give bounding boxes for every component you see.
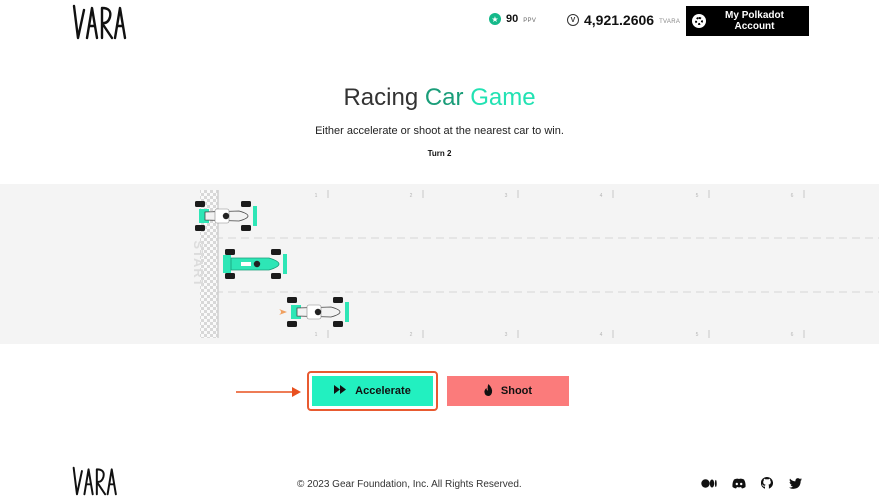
vara-logo[interactable] bbox=[72, 4, 130, 45]
star-icon: ★ bbox=[489, 13, 501, 25]
medium-icon[interactable] bbox=[701, 476, 717, 490]
marker-top-5: 5 bbox=[696, 193, 699, 199]
race-track-canvas: START 1 2 3 4 5 6 1 2 3 4 5 6 bbox=[100, 190, 879, 338]
title-word-racing: Racing bbox=[343, 84, 419, 111]
marker-top-1: 1 bbox=[315, 193, 318, 199]
race-car-3 bbox=[279, 297, 349, 327]
marker-top-3: 3 bbox=[505, 193, 508, 199]
accelerate-label: Accelerate bbox=[355, 385, 411, 397]
copyright-text: © 2023 Gear Foundation, Inc. All Rights … bbox=[297, 479, 522, 490]
ppv-unit: PPV bbox=[523, 17, 537, 24]
balance-indicator: V 4,921.2606 TVARA bbox=[567, 12, 680, 28]
flame-icon bbox=[484, 383, 493, 399]
twitter-icon[interactable] bbox=[787, 476, 803, 490]
account-button[interactable]: My Polkadot Account bbox=[686, 6, 809, 36]
page-title: Racing Car Game bbox=[0, 84, 879, 112]
marker-top-4: 4 bbox=[600, 193, 603, 199]
ppv-indicator: ★ 90 PPV bbox=[489, 13, 536, 25]
start-label: START bbox=[191, 240, 206, 287]
balance-value: 4,921.2606 bbox=[584, 12, 655, 28]
discord-icon[interactable] bbox=[731, 476, 747, 490]
game-subtitle: Either accelerate or shoot at the neares… bbox=[315, 125, 564, 137]
race-car-1 bbox=[195, 201, 257, 231]
shoot-label: Shoot bbox=[500, 385, 533, 397]
marker-bottom-3: 3 bbox=[505, 332, 508, 338]
marker-bottom-2: 2 bbox=[410, 332, 413, 338]
balance-unit: TVARA bbox=[659, 19, 681, 25]
race-track: START 1 2 3 4 5 6 1 2 3 4 5 6 bbox=[0, 184, 879, 344]
marker-bottom-4: 4 bbox=[600, 332, 603, 338]
marker-bottom-5: 5 bbox=[696, 332, 699, 338]
account-label: My Polkadot Account bbox=[725, 10, 784, 32]
marker-top-2: 2 bbox=[410, 193, 413, 199]
pointer-arrow bbox=[236, 385, 302, 403]
marker-bottom-1: 1 bbox=[315, 332, 318, 338]
marker-top-6: 6 bbox=[791, 193, 794, 199]
accelerate-button[interactable]: Accelerate bbox=[312, 376, 433, 406]
title-word-car: Car bbox=[424, 84, 464, 111]
polkadot-icon bbox=[692, 14, 706, 28]
fast-forward-icon bbox=[334, 385, 347, 397]
title-word-game: Game bbox=[470, 84, 536, 111]
marker-bottom-6: 6 bbox=[791, 332, 794, 338]
ppv-value: 90 bbox=[506, 13, 519, 25]
speed-trail bbox=[100, 209, 196, 223]
turn-indicator: Turn 2 bbox=[427, 149, 452, 158]
shoot-button[interactable]: Shoot bbox=[447, 376, 569, 406]
vara-coin-icon: V bbox=[567, 14, 579, 26]
footer-vara-logo[interactable] bbox=[72, 465, 120, 500]
github-icon[interactable] bbox=[759, 476, 775, 490]
race-car-2 bbox=[223, 249, 287, 279]
